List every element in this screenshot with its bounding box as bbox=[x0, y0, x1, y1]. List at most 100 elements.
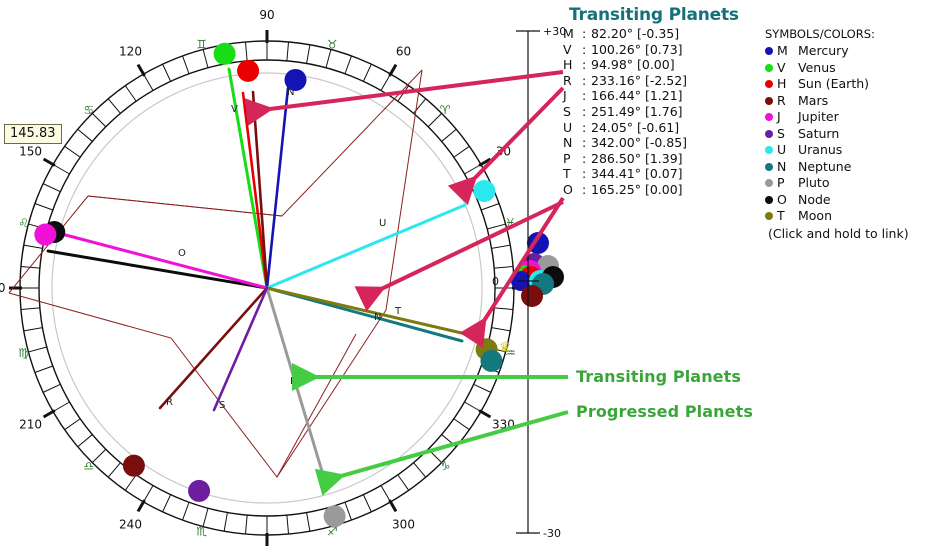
legend-color-dot-icon bbox=[765, 212, 773, 221]
ray-mars bbox=[158, 286, 269, 410]
transiting-planet-row[interactable]: M:82.20° [-0.35] bbox=[563, 26, 723, 42]
colon-separator: : bbox=[582, 166, 587, 182]
legend-color-dot-icon bbox=[765, 113, 773, 122]
legend-color-dot-icon bbox=[765, 179, 773, 188]
legend-symbol: P bbox=[777, 175, 785, 190]
legend-item[interactable]: J Jupiter bbox=[765, 109, 929, 126]
ray-label: O bbox=[178, 248, 186, 259]
legend-color-dot-icon bbox=[765, 195, 773, 204]
planet-position-value: 344.41° [0.07] bbox=[591, 166, 683, 182]
planet-position-value: 251.49° [1.76] bbox=[591, 103, 683, 119]
planet-symbol: O bbox=[563, 181, 573, 197]
planet-dot-mercury[interactable] bbox=[284, 68, 307, 91]
planet-dot-pluto[interactable] bbox=[323, 505, 346, 528]
legend-symbol: S bbox=[777, 125, 785, 141]
planet-position-value: 233.16° [-2.52] bbox=[591, 72, 688, 88]
legend-note: (Click and hold to link) bbox=[768, 225, 909, 241]
planet-position-value: 94.98° [0.00] bbox=[591, 57, 675, 73]
transiting-planet-row[interactable]: S:251.49° [1.76] bbox=[563, 104, 723, 120]
wheel-degree-label: 300 bbox=[392, 517, 415, 531]
colon-separator: : bbox=[582, 103, 587, 119]
ray-uranus bbox=[265, 203, 467, 290]
transiting-planets-title: Transiting Planets bbox=[569, 5, 739, 25]
transiting-planet-row[interactable]: H:94.98° [0.00] bbox=[563, 57, 723, 73]
planet-dot-uranus[interactable] bbox=[473, 180, 496, 203]
annotation-progressed-planets: Progressed Planets bbox=[576, 402, 753, 421]
colon-separator: : bbox=[582, 135, 587, 151]
legend-color-dot-icon bbox=[765, 80, 773, 89]
wheel-degree-label: 210 bbox=[19, 418, 42, 432]
legend-item[interactable]: S Saturn bbox=[765, 126, 929, 143]
zodiac-sign-glyph-icon: ♌ bbox=[18, 216, 29, 230]
planet-position-value: 286.50° [1.39] bbox=[591, 150, 683, 166]
legend-item[interactable]: T Moon bbox=[765, 208, 929, 225]
wheel-degree-label: 60 bbox=[396, 45, 411, 59]
transiting-planet-row[interactable]: U:24.05° [-0.61] bbox=[563, 120, 723, 136]
transiting-planet-row[interactable]: P:286.50° [1.39] bbox=[563, 151, 723, 167]
ray-jupiter bbox=[56, 231, 269, 290]
legend-item[interactable]: V Venus bbox=[765, 60, 929, 77]
legend-item[interactable]: R Mars bbox=[765, 93, 929, 110]
arrow-to-aries-dots bbox=[447, 86, 565, 206]
ray-node bbox=[46, 249, 269, 290]
legend-item[interactable]: N Neptune bbox=[765, 159, 929, 176]
progressed-planet-dot[interactable] bbox=[521, 285, 543, 307]
wheel-degree-label: 120 bbox=[119, 45, 142, 59]
planet-symbol: R bbox=[563, 72, 572, 88]
legend-planet-name: Node bbox=[798, 191, 831, 207]
transiting-planet-row[interactable]: N:342.00° [-0.85] bbox=[563, 135, 723, 151]
legend-item[interactable]: M Mercury bbox=[765, 43, 929, 60]
legend-item[interactable]: U Uranus bbox=[765, 142, 929, 159]
legend-planet-name: Saturn bbox=[798, 125, 840, 141]
zodiac-sign-glyph-icon: ♍ bbox=[18, 346, 29, 360]
planet-symbol: T bbox=[563, 166, 571, 182]
degree-tooltip: 145.83 bbox=[4, 124, 62, 144]
planet-position-value: 24.05° [-0.61] bbox=[591, 119, 680, 135]
planet-dot-mars[interactable] bbox=[122, 454, 145, 477]
planet-symbol: J bbox=[563, 88, 567, 104]
transiting-planets-panel: Transiting Planets M:82.20° [-0.35] V:100… bbox=[563, 5, 739, 198]
ray-label: T bbox=[394, 306, 402, 317]
ray-label: S bbox=[219, 400, 225, 411]
latitude-bottom-label: -30 bbox=[543, 527, 561, 540]
legend-list: M Mercury V Venus H Sun (Earth) R Mars J Jupiter S… bbox=[765, 43, 929, 225]
planet-dot-venus[interactable] bbox=[213, 42, 236, 65]
transiting-planet-row[interactable]: V:100.26° [0.73] bbox=[563, 42, 723, 58]
legend-color-dot-icon bbox=[765, 162, 773, 171]
colon-separator: : bbox=[582, 119, 587, 135]
planet-dot-jupiter[interactable] bbox=[34, 223, 57, 246]
planet-dot-saturn[interactable] bbox=[188, 479, 211, 502]
arrow-to-sun-ray bbox=[244, 70, 564, 126]
annotation-transiting-planets: Transiting Planets bbox=[576, 367, 742, 386]
ray-label: R bbox=[166, 397, 173, 408]
ray-label: U bbox=[379, 218, 386, 229]
legend-planet-name: Sun (Earth) bbox=[798, 76, 870, 91]
transiting-planet-row[interactable]: R:233.16° [-2.52] bbox=[563, 73, 723, 89]
green-annotation-arrows bbox=[292, 363, 569, 496]
planet-symbol: M bbox=[563, 26, 574, 41]
legend-color-dot-icon bbox=[765, 96, 773, 105]
zodiac-sign-glyph-icon: ♑ bbox=[440, 459, 451, 473]
transiting-planet-row[interactable]: J:166.44° [1.21] bbox=[563, 88, 723, 104]
colon-separator: : bbox=[582, 57, 587, 73]
legend-planet-name: Mars bbox=[798, 92, 829, 108]
legend-item[interactable]: P Pluto bbox=[765, 175, 929, 192]
wheel-degree-label: 240 bbox=[119, 517, 142, 531]
transiting-planet-row[interactable]: T:344.41° [0.07] bbox=[563, 166, 723, 182]
zodiac-sign-glyph-icon: ♋ bbox=[83, 103, 94, 117]
legend-symbol: V bbox=[777, 59, 786, 75]
ray-mercury bbox=[265, 86, 290, 290]
planet-dot-sun-earth[interactable] bbox=[237, 59, 260, 82]
legend-item[interactable]: O Node bbox=[765, 192, 929, 209]
transiting-planets-list: M:82.20° [-0.35] V:100.26° [0.73] H:94.98°… bbox=[563, 26, 723, 198]
wheel-degree-label: 150 bbox=[19, 145, 42, 159]
transiting-planet-row[interactable]: O:165.25° [0.00] bbox=[563, 182, 723, 198]
colon-separator: : bbox=[582, 72, 587, 88]
legend-symbol: M bbox=[777, 43, 788, 58]
legend-color-dot-icon bbox=[765, 63, 773, 72]
planet-position-value: 166.44° [1.21] bbox=[591, 88, 683, 104]
ray-venus bbox=[227, 67, 269, 290]
legend-planet-name: Moon bbox=[798, 208, 833, 223]
legend-item[interactable]: H Sun (Earth) bbox=[765, 76, 929, 93]
colon-separator: : bbox=[582, 26, 587, 41]
